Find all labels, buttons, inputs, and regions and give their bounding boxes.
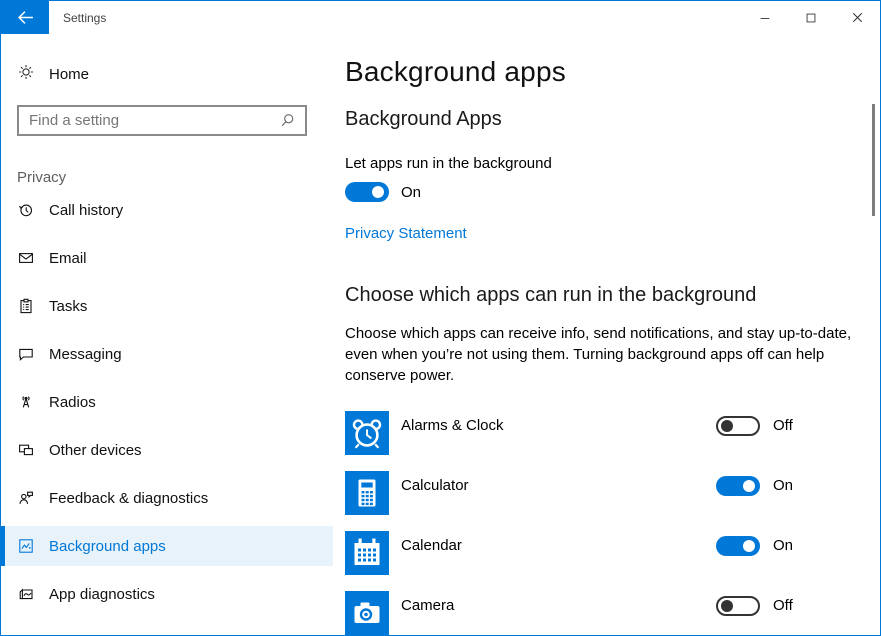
sidebar-item-tasks[interactable]: Tasks xyxy=(1,286,333,326)
sidebar-item-other-devices[interactable]: Other devices xyxy=(1,430,333,470)
sidebar-item-label: Call history xyxy=(49,202,123,219)
app-toggle-state: Off xyxy=(773,596,793,616)
selected-accent-bar xyxy=(1,190,5,230)
app-name: Alarms & Clock xyxy=(401,416,504,436)
sidebar-item-home[interactable]: Home xyxy=(1,54,333,94)
sidebar-item-label: Background apps xyxy=(49,538,166,555)
selected-accent-bar xyxy=(1,334,5,374)
titlebar: Settings xyxy=(1,1,880,34)
email-icon xyxy=(18,250,34,266)
sidebar-item-radios[interactable]: Radios xyxy=(1,382,333,422)
sidebar-nav: Call history Email Tasks Messaging Radio… xyxy=(1,190,333,622)
alarms-clock-toggle[interactable] xyxy=(716,416,760,436)
selected-accent-bar xyxy=(1,478,5,518)
app-toggle-state: On xyxy=(773,476,793,496)
app-name: Calculator xyxy=(401,476,469,496)
sidebar-item-background-apps[interactable]: Background apps xyxy=(1,526,333,566)
selected-accent-bar xyxy=(1,430,5,470)
close-button[interactable] xyxy=(834,1,880,34)
maximize-icon xyxy=(804,11,818,25)
sidebar-item-feedback[interactable]: Feedback & diagnostics xyxy=(1,478,333,518)
sidebar-section-header: Privacy xyxy=(17,169,66,186)
sidebar: Home Privacy Call history Email Tasks Me… xyxy=(1,34,333,635)
app-name: Calendar xyxy=(401,536,462,556)
sidebar-item-app-diagnostics[interactable]: App diagnostics xyxy=(1,574,333,614)
calculator-icon xyxy=(345,471,389,515)
tasks-icon xyxy=(18,298,34,314)
call-history-icon xyxy=(18,202,34,218)
calculator-toggle[interactable] xyxy=(716,476,760,496)
selected-accent-bar xyxy=(1,382,5,422)
other-devices-icon xyxy=(18,442,34,458)
sidebar-item-label: Tasks xyxy=(49,298,87,315)
back-arrow-icon xyxy=(17,9,34,26)
app-row: Alarms & Clock Off xyxy=(345,411,881,471)
sidebar-item-label: Feedback & diagnostics xyxy=(49,490,208,507)
camera-toggle[interactable] xyxy=(716,596,760,616)
app-row: Calendar On xyxy=(345,531,881,591)
sidebar-item-label: Other devices xyxy=(49,442,142,459)
back-button[interactable] xyxy=(1,1,49,34)
sidebar-item-email[interactable]: Email xyxy=(1,238,333,278)
messaging-icon xyxy=(18,346,34,362)
scrollbar-track[interactable] xyxy=(867,34,879,634)
search-input[interactable] xyxy=(19,112,280,129)
app-diagnostics-icon xyxy=(18,586,34,602)
home-label: Home xyxy=(49,66,89,83)
sidebar-item-call-history[interactable]: Call history xyxy=(1,190,333,230)
calendar-icon xyxy=(345,531,389,575)
search-box xyxy=(17,105,307,136)
selected-accent-bar xyxy=(1,574,5,614)
sidebar-item-label: App diagnostics xyxy=(49,586,155,603)
scrollbar-thumb[interactable] xyxy=(872,104,875,216)
app-toggle-state: On xyxy=(773,536,793,556)
window-controls xyxy=(742,1,880,34)
selected-accent-bar xyxy=(1,526,5,566)
search-icon xyxy=(280,113,295,128)
main-content: Background apps Background Apps Let apps… xyxy=(345,34,880,635)
settings-window: Settings Home xyxy=(0,0,881,636)
background-apps-icon xyxy=(18,538,34,554)
close-icon xyxy=(850,10,865,25)
app-row: Camera Off xyxy=(345,591,881,636)
sidebar-item-label: Email xyxy=(49,250,87,267)
window-title: Settings xyxy=(63,1,106,34)
app-row: Calculator On xyxy=(345,471,881,531)
minimize-icon xyxy=(758,11,772,25)
alarms-clock-icon xyxy=(345,411,389,455)
minimize-button[interactable] xyxy=(742,1,788,34)
calendar-toggle[interactable] xyxy=(716,536,760,556)
sidebar-item-label: Messaging xyxy=(49,346,122,363)
app-list: Alarms & Clock Off Calculator On Calenda… xyxy=(345,34,880,635)
app-toggle-state: Off xyxy=(773,416,793,436)
app-name: Camera xyxy=(401,596,454,616)
sidebar-item-label: Radios xyxy=(49,394,96,411)
maximize-button[interactable] xyxy=(788,1,834,34)
radios-icon xyxy=(18,394,34,410)
camera-icon xyxy=(345,591,389,635)
gear-icon xyxy=(18,64,34,85)
selected-accent-bar xyxy=(1,286,5,326)
selected-accent-bar xyxy=(1,238,5,278)
sidebar-item-messaging[interactable]: Messaging xyxy=(1,334,333,374)
feedback-icon xyxy=(18,490,34,506)
